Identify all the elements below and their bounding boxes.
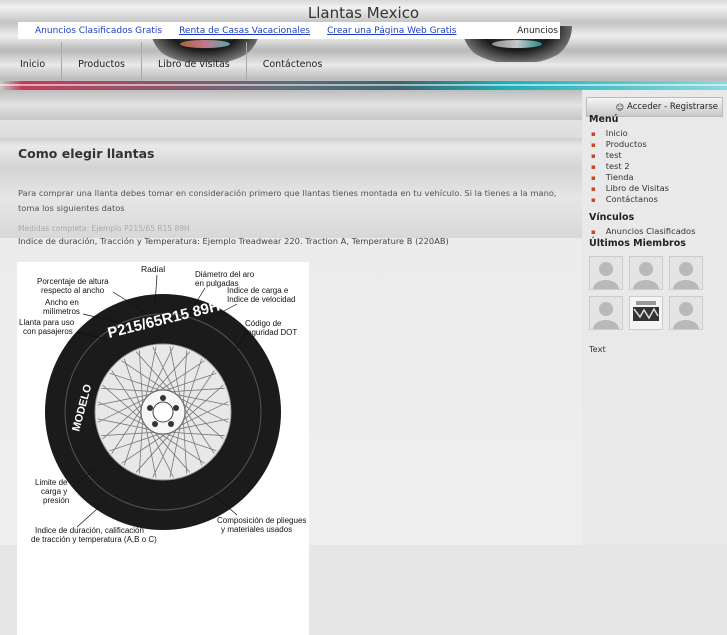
label-ancho-1: Ancho en xyxy=(45,298,79,307)
menu-item-test[interactable]: test xyxy=(589,150,669,161)
lug-nut xyxy=(168,421,174,427)
label-llanta-1: Llanta para uso xyxy=(19,318,75,327)
label-diametro-1: Diámetro del aro xyxy=(195,270,255,279)
lug-nut xyxy=(173,405,179,411)
member-avatar[interactable] xyxy=(589,296,623,330)
label-codigo-1: Código de xyxy=(245,319,282,328)
nav-libro-de-visitas[interactable]: Libro de visitas xyxy=(142,42,247,82)
ad-link-pagina-web[interactable]: Crear una Página Web Gratis xyxy=(327,26,456,36)
menu-item-productos[interactable]: Productos xyxy=(589,139,669,150)
ad-link-casas[interactable]: Renta de Casas Vacacionales xyxy=(179,26,310,36)
nav-productos[interactable]: Productos xyxy=(62,42,142,82)
lug-nut xyxy=(147,405,153,411)
menu-title: Menú xyxy=(589,114,619,125)
label-limite-2: carga y xyxy=(41,487,67,496)
label-composicion-1: Composición de pliegues xyxy=(217,516,306,525)
site-title[interactable]: Llantas Mexico xyxy=(0,4,727,22)
label-limite-1: Limite de xyxy=(35,478,68,487)
label-carga-1: Indice de carga e xyxy=(227,286,289,295)
tire-size-line: Medidas completa: Ejemplo P215/65 R15 89… xyxy=(18,224,190,233)
ad-label: Anuncios xyxy=(517,25,558,36)
rim-center xyxy=(152,401,174,423)
member-avatar[interactable] xyxy=(669,256,703,290)
person-icon xyxy=(630,257,662,289)
main-nav: Inicio Productos Libro de visitas Contác… xyxy=(4,42,338,82)
menu-item-libro-de-visitas[interactable]: Libro de Visitas xyxy=(589,183,669,194)
lug-nut xyxy=(152,421,158,427)
label-indice-1: Indice de duración, calificación xyxy=(35,526,144,535)
person-icon xyxy=(590,297,622,329)
member-avatar[interactable] xyxy=(669,296,703,330)
ad-bar: Anuncios Clasificados Gratis Renta de Ca… xyxy=(18,22,560,39)
label-radial: Radial xyxy=(141,264,165,274)
menu-item-inicio[interactable]: Inicio xyxy=(589,128,669,139)
nav-inicio[interactable]: Inicio xyxy=(4,42,63,82)
label-llanta-2: con pasajeros xyxy=(23,327,73,336)
intro-paragraph: Para comprar una llanta debes tomar en c… xyxy=(18,188,557,213)
member-avatar[interactable] xyxy=(629,256,663,290)
user-icon: ☺ xyxy=(615,102,625,112)
index-line: Indice de duración, Tracción y Temperatu… xyxy=(18,236,449,246)
ad-link-clasificados[interactable]: Anuncios Clasificados Gratis xyxy=(35,26,162,36)
person-icon xyxy=(670,297,702,329)
label-altura-1: Porcentaje de altura xyxy=(37,277,109,286)
member-photo-icon xyxy=(630,297,662,329)
menu-item-contactanos[interactable]: Contáctanos xyxy=(589,194,669,205)
header-stripe xyxy=(0,81,727,90)
menu-item-test-2[interactable]: test 2 xyxy=(589,161,669,172)
menu-list: Inicio Productos test test 2 Tienda Libr… xyxy=(589,128,669,205)
tire-diagram: P215/65R15 89H MODELO Radial Porcentaje … xyxy=(17,262,309,635)
menu-item-tienda[interactable]: Tienda xyxy=(589,172,669,183)
login-label: Acceder - Registrarse xyxy=(627,102,718,112)
links-list: Anuncios Clasificados xyxy=(589,226,696,237)
content-band xyxy=(0,90,582,120)
person-icon xyxy=(590,257,622,289)
label-limite-3: presión xyxy=(43,496,69,505)
person-icon xyxy=(670,257,702,289)
lug-nut xyxy=(160,395,166,401)
members-title: Últimos Miembros xyxy=(589,238,686,249)
nav-contactenos[interactable]: Contáctenos xyxy=(247,42,339,82)
label-ancho-2: milímetros xyxy=(43,307,80,316)
member-avatar[interactable] xyxy=(589,256,623,290)
label-composicion-2: y materiales usados xyxy=(221,525,292,534)
label-indice-2: de tracción y temperatura (A,B o C) xyxy=(31,535,157,544)
label-carga-2: Indice de velocidad xyxy=(227,295,296,304)
label-codigo-2: seguridad DOT xyxy=(243,328,297,337)
member-avatar-photo[interactable] xyxy=(629,296,663,330)
label-altura-2: respecto al ancho xyxy=(41,286,105,295)
page-title: Como elegir llantas xyxy=(18,146,155,161)
site-header: Llantas Mexico Venta de llantas en línea… xyxy=(0,0,727,90)
link-anuncios-clasificados[interactable]: Anuncios Clasificados xyxy=(589,226,696,237)
links-title: Vínculos xyxy=(589,212,635,223)
sidebar-text: Text xyxy=(589,344,606,354)
